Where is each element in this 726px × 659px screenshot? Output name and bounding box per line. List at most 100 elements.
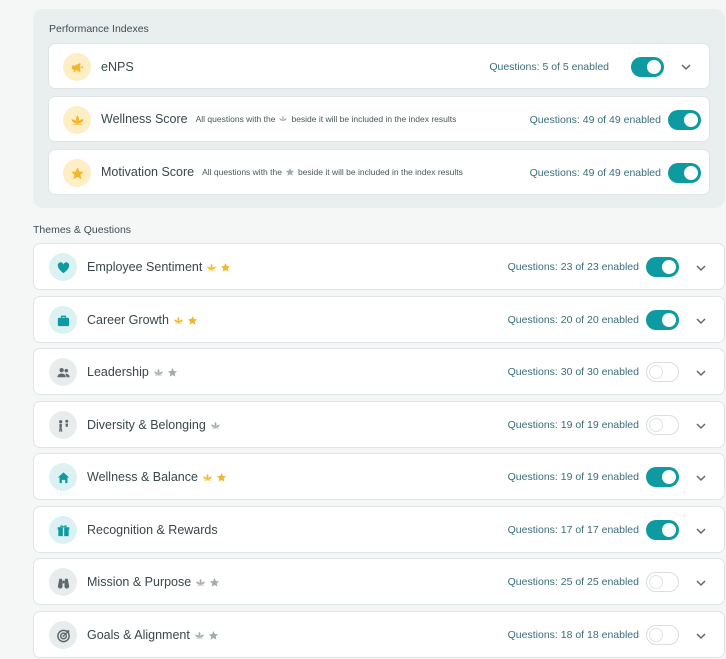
index-card-wellness-score[interactable]: Wellness Score All questions with the be… xyxy=(48,96,710,142)
index-badges xyxy=(210,420,224,431)
theme-card[interactable]: Employee Sentiment Questions: 23 of 23 en… xyxy=(33,243,725,290)
chevron-down-icon[interactable] xyxy=(694,471,708,485)
lotus-icon xyxy=(278,114,288,124)
theme-label-row: Goals & Alignment xyxy=(87,628,222,642)
people-icon xyxy=(49,358,77,386)
questions-count: Questions: 19 of 19 enabled xyxy=(507,471,639,483)
index-label-row: Motivation Score All questions with the … xyxy=(101,165,463,179)
index-note: All questions with the beside it will be… xyxy=(196,114,457,124)
lotus-icon xyxy=(210,421,220,429)
chevron-down-icon[interactable] xyxy=(694,314,708,328)
star-icon xyxy=(221,262,231,272)
index-badges xyxy=(194,630,222,641)
chevron-down-icon[interactable] xyxy=(694,524,708,538)
theme-label-row: Diversity & Belonging xyxy=(87,418,224,432)
index-badges xyxy=(173,315,201,326)
lotus-icon xyxy=(207,263,217,271)
theme-card[interactable]: Wellness & Balance Questions: 19 of 19 en… xyxy=(33,453,725,500)
star-icon xyxy=(208,630,218,640)
chevron-down-icon[interactable] xyxy=(694,366,708,380)
theme-label: Employee Sentiment xyxy=(87,260,203,274)
gift-icon xyxy=(49,516,77,544)
star-icon xyxy=(216,472,226,482)
theme-label: Mission & Purpose xyxy=(87,575,192,589)
briefcase-icon xyxy=(49,306,77,334)
theme-label: Leadership xyxy=(87,365,149,379)
motivation-score-toggle[interactable] xyxy=(668,163,701,183)
chevron-down-icon[interactable] xyxy=(694,576,708,590)
theme-label: Diversity & Belonging xyxy=(87,418,206,432)
theme-toggle[interactable] xyxy=(646,415,679,435)
index-label: Wellness Score xyxy=(101,112,188,126)
binoculars-icon xyxy=(49,568,77,596)
theme-card[interactable]: Mission & Purpose Questions: 25 of 25 ena… xyxy=(33,558,725,605)
theme-label-row: Wellness & Balance xyxy=(87,470,230,484)
questions-count: Questions: 20 of 20 enabled xyxy=(507,314,639,326)
home-icon xyxy=(49,463,77,491)
lotus-icon xyxy=(196,578,206,586)
questions-count: Questions: 30 of 30 enabled xyxy=(507,366,639,378)
theme-toggle[interactable] xyxy=(646,257,679,277)
theme-card[interactable]: Diversity & Belonging Questions: 19 of 19… xyxy=(33,401,725,448)
performance-indexes-panel: Performance Indexes eNPS Questions: 5 of… xyxy=(33,9,725,208)
index-badges xyxy=(206,262,234,273)
theme-toggle[interactable] xyxy=(646,467,679,487)
questions-count: Questions: 23 of 23 enabled xyxy=(507,261,639,273)
star-icon xyxy=(167,367,177,377)
index-card-enps[interactable]: eNPS Questions: 5 of 5 enabled xyxy=(48,43,710,89)
enps-toggle[interactable] xyxy=(631,57,664,77)
chevron-down-icon[interactable] xyxy=(694,261,708,275)
heart-icon xyxy=(49,253,77,281)
note-text-post: beside it will be included in the index … xyxy=(297,167,463,177)
theme-label-row: Mission & Purpose xyxy=(87,575,223,589)
target-icon xyxy=(49,621,77,649)
note-text-pre: All questions with the xyxy=(195,114,276,124)
lotus-icon xyxy=(153,368,163,376)
star-icon xyxy=(285,167,295,177)
theme-label-row: Recognition & Rewards xyxy=(87,523,218,537)
index-note: All questions with the beside it will be… xyxy=(202,167,463,177)
index-label: eNPS xyxy=(101,60,134,74)
questions-count: Questions: 5 of 5 enabled xyxy=(489,61,609,73)
questions-count: Questions: 17 of 17 enabled xyxy=(507,524,639,536)
theme-card[interactable]: Goals & Alignment Questions: 18 of 18 ena… xyxy=(33,611,725,658)
lotus-icon xyxy=(63,106,91,134)
theme-toggle[interactable] xyxy=(646,572,679,592)
theme-card[interactable]: Recognition & Rewards Questions: 17 of 17… xyxy=(33,506,725,553)
performance-indexes-title: Performance Indexes xyxy=(49,23,149,35)
diversity-icon xyxy=(49,411,77,439)
theme-toggle[interactable] xyxy=(646,362,679,382)
theme-toggle[interactable] xyxy=(646,520,679,540)
questions-count: Questions: 49 of 49 enabled xyxy=(529,114,661,126)
index-label: Motivation Score xyxy=(101,165,195,179)
star-icon xyxy=(187,315,198,325)
theme-label: Recognition & Rewards xyxy=(87,523,218,537)
wellness-score-toggle[interactable] xyxy=(668,110,701,130)
questions-count: Questions: 25 of 25 enabled xyxy=(507,576,639,588)
index-badges xyxy=(195,577,223,588)
theme-label: Career Growth xyxy=(87,313,169,327)
note-text-pre: All questions with the xyxy=(202,167,282,177)
chevron-down-icon[interactable] xyxy=(679,60,693,74)
theme-label-row: Employee Sentiment xyxy=(87,260,234,274)
lotus-icon xyxy=(194,631,204,639)
theme-toggle[interactable] xyxy=(646,310,679,330)
questions-count: Questions: 49 of 49 enabled xyxy=(529,167,661,179)
theme-label-row: Leadership xyxy=(87,365,181,379)
chevron-down-icon[interactable] xyxy=(694,419,708,433)
index-badges xyxy=(202,472,230,483)
questions-count: Questions: 18 of 18 enabled xyxy=(507,629,639,641)
index-card-motivation-score[interactable]: Motivation Score All questions with the … xyxy=(48,149,710,195)
lotus-icon xyxy=(174,316,183,324)
theme-label: Goals & Alignment xyxy=(87,628,190,642)
theme-toggle[interactable] xyxy=(646,625,679,645)
star-icon xyxy=(63,159,91,187)
questions-count: Questions: 19 of 19 enabled xyxy=(507,419,639,431)
star-icon xyxy=(210,577,220,587)
megaphone-icon xyxy=(63,53,91,81)
theme-label-row: Career Growth xyxy=(87,313,201,327)
theme-card[interactable]: Career Growth Questions: 20 of 20 enabled xyxy=(33,296,725,343)
chevron-down-icon[interactable] xyxy=(694,629,708,643)
theme-card[interactable]: Leadership Questions: 30 of 30 enabled xyxy=(33,348,725,395)
themes-questions-title: Themes & Questions xyxy=(33,224,132,236)
